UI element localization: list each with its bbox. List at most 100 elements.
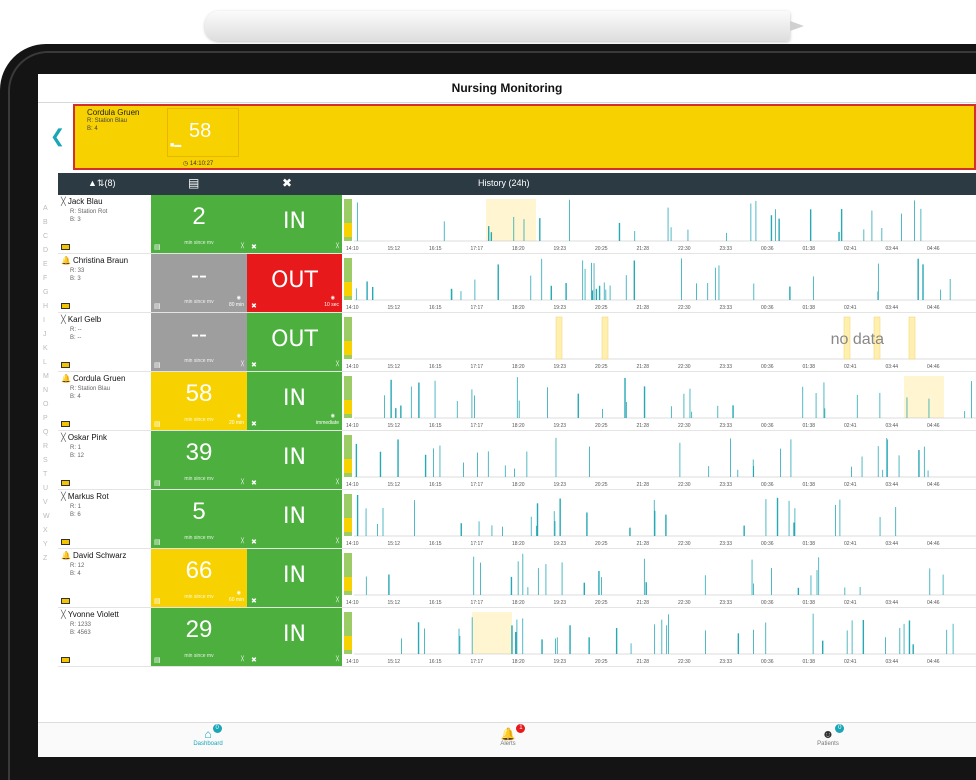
- history-svg: 14:10 15:12 16:15 17:17 18:20 19:23 20:25 21:28…: [344, 376, 976, 429]
- movement-cell[interactable]: -- min since mv ▤ ◉ 80 min: [151, 254, 247, 312]
- movement-cell[interactable]: 29 min since mv ▤ ╳: [151, 608, 247, 666]
- patient-name-text: Oskar Pink: [67, 433, 107, 442]
- tab-alerts[interactable]: 🔔 1 Alerts: [478, 724, 538, 747]
- time-tick: 02:41: [844, 541, 857, 547]
- history-chart[interactable]: 14:10 15:12 16:15 17:17 18:20 19:23 20:25 21:28…: [344, 549, 976, 607]
- index-letter[interactable]: S: [43, 454, 53, 468]
- index-letter[interactable]: W: [43, 510, 53, 524]
- history-chart[interactable]: 14:10 15:12 16:15 17:17 18:20 19:23 20:25 21:28…: [344, 195, 976, 253]
- index-letter[interactable]: J: [43, 328, 53, 342]
- time-tick: 22:30: [678, 482, 691, 488]
- time-tick: 02:41: [844, 364, 857, 370]
- time-tick: 02:41: [844, 659, 857, 665]
- patient-name-text: Yvonne Violett: [67, 610, 119, 619]
- index-letter[interactable]: K: [43, 342, 53, 356]
- time-tick: 02:41: [844, 423, 857, 429]
- index-letter[interactable]: T: [43, 468, 53, 482]
- patient-row[interactable]: 🔔 Cordula Gruen R: Station Blau B: 4 58 m…: [58, 372, 976, 431]
- minutes-since-movement: 2: [192, 203, 206, 230]
- tab-patients[interactable]: ☻ 0 Patients: [798, 724, 858, 747]
- bed-icon: ▤: [154, 598, 161, 605]
- history-chart[interactable]: 14:10 15:12 16:15 17:17 18:20 19:23 20:25 21:28…: [344, 313, 976, 371]
- index-letter[interactable]: D: [43, 244, 53, 258]
- time-tick: 01:38: [803, 364, 816, 370]
- bed-status-cell[interactable]: IN ✖ ╳: [247, 549, 342, 607]
- time-tick: 16:15: [429, 482, 442, 488]
- sort-patients-header[interactable]: ▲⇅(8): [88, 178, 115, 189]
- time-tick: 19:23: [554, 364, 567, 370]
- movement-cell[interactable]: 5 min since mv ▤ ╳: [151, 490, 247, 548]
- tab-dashboard[interactable]: ⌂ 0 Dashboard: [178, 724, 238, 747]
- bed-status-cell[interactable]: IN ✖ ╳: [247, 431, 342, 489]
- history-chart[interactable]: 14:10 15:12 16:15 17:17 18:20 19:23 20:25 21:28…: [344, 372, 976, 430]
- movement-cell[interactable]: 2 min since mv ▤ ╳: [151, 195, 247, 253]
- index-letter[interactable]: M: [43, 370, 53, 384]
- movement-duration: 20 min: [228, 420, 244, 426]
- home-icon: ⌂ 0: [204, 724, 222, 741]
- index-letter[interactable]: R: [43, 440, 53, 454]
- patient-name: 🔔 Christina Braun: [61, 256, 128, 265]
- index-letter[interactable]: F: [43, 272, 53, 286]
- bed-status-cell[interactable]: OUT ✖ ╳: [247, 313, 342, 371]
- no-alarm-icon: ╳: [61, 610, 66, 619]
- patient-row[interactable]: 🔔 David Schwarz R: 12 B: 4 66 min since m…: [58, 549, 976, 608]
- index-letter[interactable]: O: [43, 398, 53, 412]
- time-tick: 04:46: [927, 364, 940, 370]
- index-letter[interactable]: P: [43, 412, 53, 426]
- index-letter[interactable]: U: [43, 482, 53, 496]
- bed-status-cell[interactable]: IN ✖ ╳: [247, 195, 342, 253]
- alphabet-index[interactable]: ABCDEFGHIJKLMNOPQRSTUVWXYZ: [43, 202, 53, 566]
- minutes-since-movement: --: [191, 321, 207, 348]
- movement-cell[interactable]: 66 min since mv ▤ ◉ 60 min: [151, 549, 247, 607]
- index-letter[interactable]: Q: [43, 426, 53, 440]
- time-tick: 14:10: [346, 659, 359, 665]
- patient-row[interactable]: ╳ Markus Rot R: 1 B: 6 5 min since mv ▤ ╳…: [58, 490, 976, 549]
- bed-status-cell[interactable]: IN ✖ ◉ immediate: [247, 372, 342, 430]
- history-chart[interactable]: 14:10 15:12 16:15 17:17 18:20 19:23 20:25 21:28…: [344, 490, 976, 548]
- index-letter[interactable]: C: [43, 230, 53, 244]
- patient-row[interactable]: 🔔 Christina Braun R: 33 B: 3 -- min since…: [58, 254, 976, 313]
- index-letter[interactable]: I: [43, 314, 53, 328]
- index-letter[interactable]: A: [43, 202, 53, 216]
- back-chevron-icon[interactable]: ❮: [50, 126, 65, 147]
- index-letter[interactable]: E: [43, 258, 53, 272]
- patient-row[interactable]: ╳ Oskar Pink R: 1 B: 12 39 min since mv ▤…: [58, 431, 976, 490]
- time-tick: 00:36: [761, 541, 774, 547]
- history-header: History (24h): [478, 178, 530, 188]
- patient-room: R: 1233: [70, 622, 92, 628]
- time-tick: 16:15: [429, 541, 442, 547]
- patient-bed: B: 4: [70, 394, 81, 400]
- history-svg: 14:10 15:12 16:15 17:17 18:20 19:23 20:25 21:28…: [344, 553, 976, 606]
- fall-header-icon[interactable]: ✖: [282, 176, 292, 190]
- index-letter[interactable]: G: [43, 286, 53, 300]
- bed-status-cell[interactable]: OUT ✖ ◉ 10 sec: [247, 254, 342, 312]
- history-chart[interactable]: 14:10 15:12 16:15 17:17 18:20 19:23 20:25 21:28…: [344, 431, 976, 489]
- bed-status-cell[interactable]: IN ✖ ╳: [247, 608, 342, 666]
- index-letter[interactable]: X: [43, 524, 53, 538]
- history-legend-band: [344, 459, 352, 473]
- index-letter[interactable]: B: [43, 216, 53, 230]
- index-letter[interactable]: Y: [43, 538, 53, 552]
- time-tick: 00:36: [761, 246, 774, 252]
- index-letter[interactable]: H: [43, 300, 53, 314]
- movement-cell[interactable]: 58 min since mv ▤ ◉ 20 min: [151, 372, 247, 430]
- history-chart[interactable]: 14:10 15:12 16:15 17:17 18:20 19:23 20:25 21:28…: [344, 254, 976, 312]
- patient-bed: B: 4563: [70, 630, 91, 636]
- index-letter[interactable]: N: [43, 384, 53, 398]
- patient-row[interactable]: ╳ Jack Blau R: Station Rot B: 3 2 min sin…: [58, 195, 976, 254]
- bed-status-cell[interactable]: IN ✖ ╳: [247, 490, 342, 548]
- time-tick: 20:25: [595, 600, 608, 606]
- patient-row[interactable]: ╳ Karl Gelb R: -- B: -- -- min since mv ▤…: [58, 313, 976, 372]
- bed-icon: ▤: [154, 303, 161, 310]
- index-letter[interactable]: L: [43, 356, 53, 370]
- history-legend-band: [344, 577, 352, 591]
- index-letter[interactable]: Z: [43, 552, 53, 566]
- index-letter[interactable]: V: [43, 496, 53, 510]
- movement-cell[interactable]: 39 min since mv ▤ ╳: [151, 431, 247, 489]
- time-tick: 00:36: [761, 364, 774, 370]
- alert-patient-card[interactable]: Cordula Gruen R: Station Blau B: 4 58 ■▬…: [73, 104, 976, 170]
- history-chart[interactable]: 14:10 15:12 16:15 17:17 18:20 19:23 20:25 21:28…: [344, 608, 976, 666]
- bed-header-icon[interactable]: ▤: [188, 176, 199, 190]
- patient-row[interactable]: ╳ Yvonne Violett R: 1233 B: 4563 29 min s…: [58, 608, 976, 667]
- movement-cell[interactable]: -- min since mv ▤ ╳: [151, 313, 247, 371]
